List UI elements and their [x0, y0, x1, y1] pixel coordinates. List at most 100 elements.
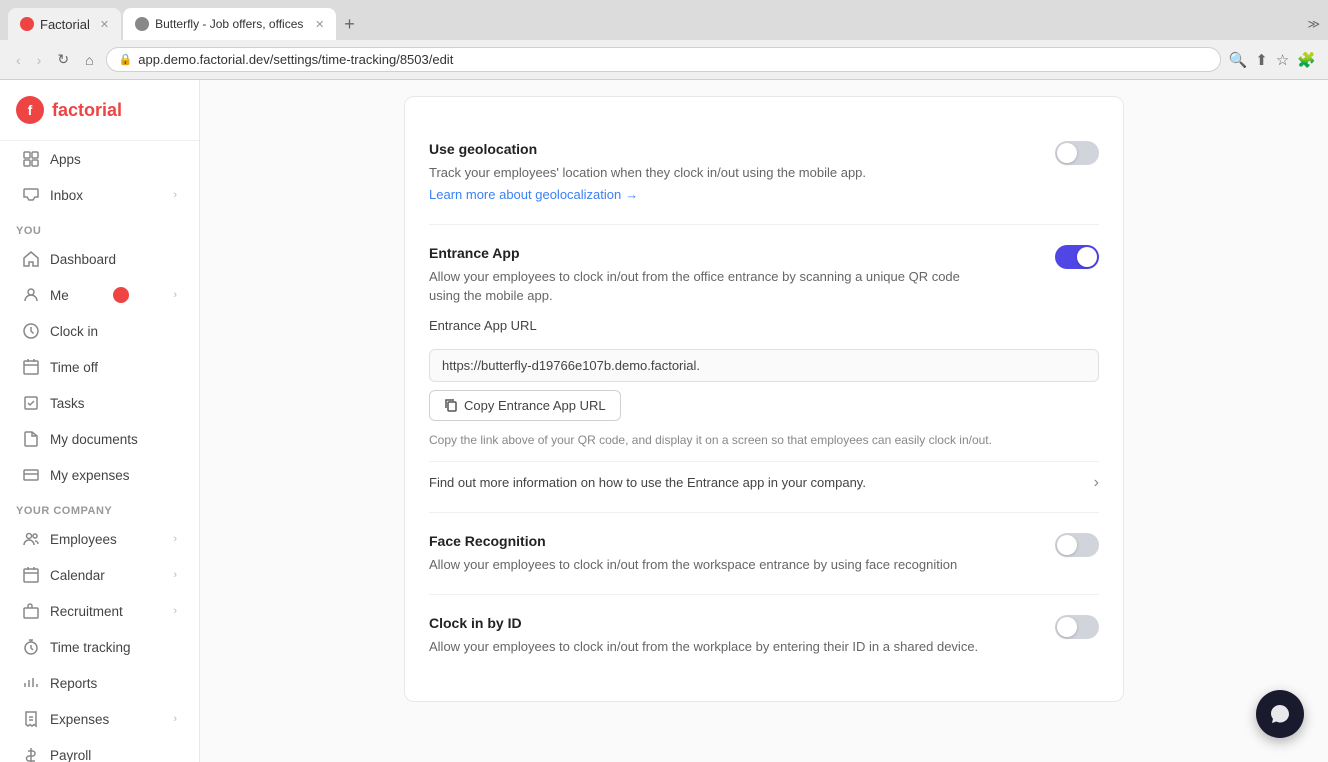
face-recognition-setting: Face Recognition Allow your employees to…	[429, 513, 1099, 596]
sidebar-item-recruitment[interactable]: Recruitment ›	[6, 594, 193, 628]
sidebar-item-employees[interactable]: Employees ›	[6, 522, 193, 556]
sidebar-item-inbox[interactable]: Inbox ›	[6, 178, 193, 212]
face-recognition-desc: Allow your employees to clock in/out fro…	[429, 555, 957, 575]
me-label: Me	[50, 288, 69, 303]
settings-section: Use geolocation Track your employees' lo…	[404, 96, 1124, 702]
face-recognition-title: Face Recognition	[429, 533, 957, 549]
geolocation-link[interactable]: Learn more about geolocalization →	[429, 187, 638, 202]
tab-close-factorial[interactable]: ✕	[100, 18, 109, 31]
entrance-app-header: Entrance App Allow your employees to clo…	[429, 245, 1099, 306]
url-text: app.demo.factorial.dev/settings/time-tra…	[138, 52, 453, 67]
grid-icon	[22, 150, 40, 168]
expenses-label: Expenses	[50, 712, 109, 727]
inbox-icon	[22, 186, 40, 204]
app: f factorial Apps Inbox › You Dashboard M…	[0, 80, 1328, 762]
geolocation-header: Use geolocation Track your employees' lo…	[429, 141, 1099, 204]
dashboard-label: Dashboard	[50, 252, 116, 267]
clock-in-id-desc: Allow your employees to clock in/out fro…	[429, 637, 978, 657]
entrance-more-section[interactable]: Find out more information on how to use …	[429, 461, 1099, 492]
main-content: Use geolocation Track your employees' lo…	[200, 80, 1328, 762]
search-icon[interactable]: 🔍	[1229, 51, 1248, 69]
address-bar: ‹ › ↻ ⌂ 🔒 app.demo.factorial.dev/setting…	[0, 40, 1328, 80]
my-documents-label: My documents	[50, 432, 138, 447]
sidebar-item-apps[interactable]: Apps	[6, 142, 193, 176]
entrance-app-toggle[interactable]	[1055, 245, 1099, 269]
sidebar-item-reports[interactable]: Reports	[6, 666, 193, 700]
toolbar-icons: 🔍 ⬆ ☆ 🧩	[1229, 51, 1316, 69]
sidebar: f factorial Apps Inbox › You Dashboard M…	[0, 80, 200, 762]
factorial-logo-icon: f	[16, 96, 44, 124]
tab-close-butterfly[interactable]: ✕	[315, 18, 324, 31]
sidebar-item-my-documents[interactable]: My documents	[6, 422, 193, 456]
entrance-url-label: Entrance App URL	[429, 318, 1099, 333]
sidebar-item-time-tracking[interactable]: Time tracking	[6, 630, 193, 664]
sidebar-item-payroll[interactable]: Payroll	[6, 738, 193, 762]
inbox-label: Inbox	[50, 188, 83, 203]
sidebar-item-clock-in[interactable]: Clock in	[6, 314, 193, 348]
tab-label-factorial: Factorial	[40, 17, 90, 32]
forward-button[interactable]: ›	[33, 48, 46, 72]
tab-butterfly[interactable]: Butterfly - Job offers, offices a... ✕	[123, 8, 336, 40]
extension-icon[interactable]: 🧩	[1297, 51, 1316, 69]
entrance-app-url-section: Entrance App URL Copy Entrance App URL C…	[429, 318, 1099, 449]
new-tab-button[interactable]: +	[336, 14, 363, 35]
time-off-label: Time off	[50, 360, 98, 375]
copy-entrance-url-button[interactable]: Copy Entrance App URL	[429, 390, 621, 421]
my-expenses-label: My expenses	[50, 468, 130, 483]
sidebar-item-expenses[interactable]: Expenses ›	[6, 702, 193, 736]
inbox-chevron: ›	[173, 189, 177, 201]
sidebar-item-tasks[interactable]: Tasks	[6, 386, 193, 420]
chat-button[interactable]	[1256, 690, 1304, 738]
chat-icon	[1269, 703, 1291, 725]
content-panel: Use geolocation Track your employees' lo…	[364, 96, 1164, 702]
file-icon	[22, 430, 40, 448]
url-bar[interactable]: 🔒 app.demo.factorial.dev/settings/time-t…	[106, 47, 1221, 72]
sidebar-item-dashboard[interactable]: Dashboard	[6, 242, 193, 276]
copy-icon	[444, 398, 458, 412]
credit-card-icon	[22, 466, 40, 484]
geolocation-toggle[interactable]	[1055, 141, 1099, 165]
svg-text:f: f	[28, 102, 33, 118]
entrance-more-arrow-icon: ›	[1094, 474, 1099, 492]
sidebar-item-me[interactable]: Me ›	[6, 278, 193, 312]
share-icon[interactable]: ⬆	[1255, 51, 1268, 69]
copy-btn-label: Copy Entrance App URL	[464, 398, 606, 413]
geolocation-title: Use geolocation	[429, 141, 866, 157]
home-button[interactable]: ⌂	[81, 48, 97, 72]
clock-in-id-header: Clock in by ID Allow your employees to c…	[429, 615, 1099, 657]
employees-chevron: ›	[173, 533, 177, 545]
back-button[interactable]: ‹	[12, 48, 25, 72]
tab-favicon-factorial	[20, 17, 34, 31]
bookmark-icon[interactable]: ☆	[1276, 51, 1289, 69]
entrance-app-setting: Entrance App Allow your employees to clo…	[429, 225, 1099, 513]
sidebar-item-time-off[interactable]: Time off	[6, 350, 193, 384]
face-recognition-header: Face Recognition Allow your employees to…	[429, 533, 1099, 575]
sidebar-item-calendar[interactable]: Calendar ›	[6, 558, 193, 592]
your-company-label: Your Company	[0, 493, 199, 521]
logo[interactable]: f factorial	[0, 80, 199, 141]
entrance-more-text: Find out more information on how to use …	[429, 475, 866, 490]
entrance-app-text: Entrance App Allow your employees to clo…	[429, 245, 989, 306]
tab-factorial[interactable]: Factorial ✕	[8, 8, 121, 40]
check-square-icon	[22, 394, 40, 412]
geolocation-arrow-icon: →	[625, 187, 638, 202]
clock-in-id-toggle[interactable]	[1055, 615, 1099, 639]
geolocation-setting: Use geolocation Track your employees' lo…	[429, 121, 1099, 225]
reload-button[interactable]: ↻	[53, 47, 73, 72]
entrance-app-title: Entrance App	[429, 245, 989, 261]
expenses-chevron: ›	[173, 713, 177, 725]
tab-overflow[interactable]: ≫	[1307, 17, 1320, 31]
you-section-label: You	[0, 213, 199, 241]
face-recognition-toggle[interactable]	[1055, 533, 1099, 557]
tab-favicon-butterfly	[135, 17, 149, 31]
reports-label: Reports	[50, 676, 97, 691]
bar-chart-icon	[22, 674, 40, 692]
dollar-icon	[22, 746, 40, 762]
geolocation-link-text: Learn more about geolocalization	[429, 187, 621, 202]
sidebar-item-my-expenses[interactable]: My expenses	[6, 458, 193, 492]
me-badge	[113, 287, 129, 303]
face-recognition-toggle-knob	[1057, 535, 1077, 555]
employees-label: Employees	[50, 532, 117, 547]
entrance-url-input[interactable]	[429, 349, 1099, 382]
tasks-label: Tasks	[50, 396, 85, 411]
